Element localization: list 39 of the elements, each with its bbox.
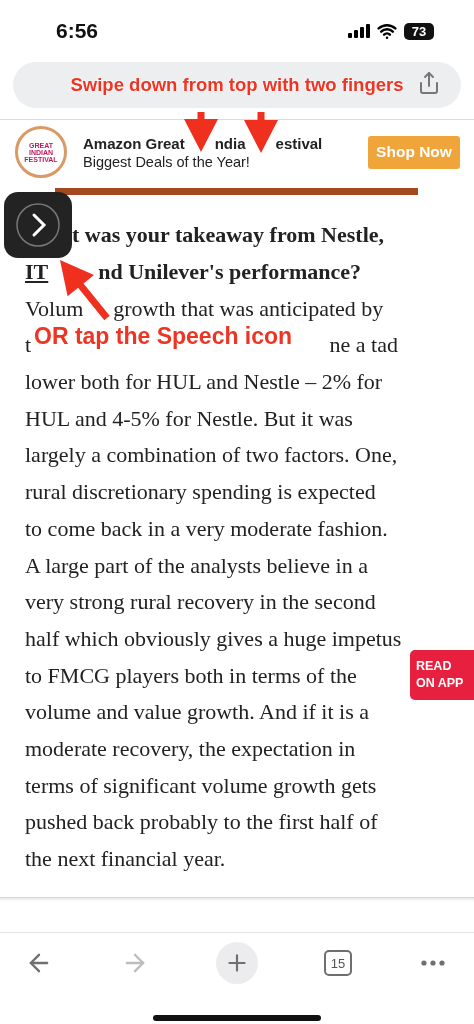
heading-link[interactable]: IT — [25, 259, 49, 286]
ad-subtitle: Biggest Deals of the Year! — [83, 153, 251, 170]
article-text: rural discretionary spending is expected — [25, 479, 376, 506]
speech-button[interactable] — [4, 192, 72, 258]
article-text: to FMCG players both in terms of the — [25, 662, 357, 689]
article-text: the next financial year. — [25, 846, 226, 873]
battery-level: 73 — [404, 22, 434, 40]
ad-title: ndia — [214, 134, 246, 152]
annotation-text: OR tap the Speech icon — [34, 323, 293, 350]
share-icon[interactable] — [417, 71, 441, 95]
wifi-icon — [377, 21, 397, 41]
new-tab-button[interactable] — [216, 942, 258, 985]
status-time: 6:56 — [56, 19, 99, 43]
article-text: terms of significant volume growth gets — [25, 772, 377, 799]
article-text: t — [25, 332, 32, 359]
article-text: lower both for HUL and Nestle – 2% for — [25, 369, 383, 396]
more-icon — [421, 960, 445, 967]
article-text: very strong rural recovery in the second — [25, 589, 376, 616]
article-text: growth that was anticipated by — [113, 295, 384, 322]
ad-title: Amazon Great — [83, 134, 185, 152]
annotation-arrow — [244, 112, 278, 153]
signal-icon — [348, 24, 370, 38]
article-heading: nd Unilever's performance? — [98, 259, 361, 286]
article-text: to come back in a very moderate fashion. — [25, 515, 388, 542]
article-text: A large part of the analysts believe in a — [25, 552, 368, 579]
read-on-app-button[interactable]: READ ON APP — [410, 650, 474, 700]
article-text: half which obviously gives a huge impetus — [25, 625, 402, 652]
article-text: largely a combination of two factors. One, — [25, 442, 398, 469]
article-text: pushed back probably to the first half of — [25, 809, 378, 836]
article-heading: t was your takeaway from Nestle, — [72, 222, 385, 249]
address-bar[interactable]: Swipe down from top with two fingers — [13, 62, 461, 108]
article-text: volume and value growth. And if it is a — [25, 699, 369, 726]
annotation-text: Swipe down from top with two fingers — [70, 74, 404, 96]
tabs-button[interactable]: 15 — [324, 950, 352, 977]
article-text: ne a tad — [329, 332, 398, 359]
article-text: moderate recovery, the expectation in — [25, 735, 356, 762]
ad-title: estival — [275, 134, 323, 152]
article-text: Volum — [25, 295, 84, 322]
article-text: HUL and 4-5% for Nestle. But it was — [25, 405, 353, 432]
